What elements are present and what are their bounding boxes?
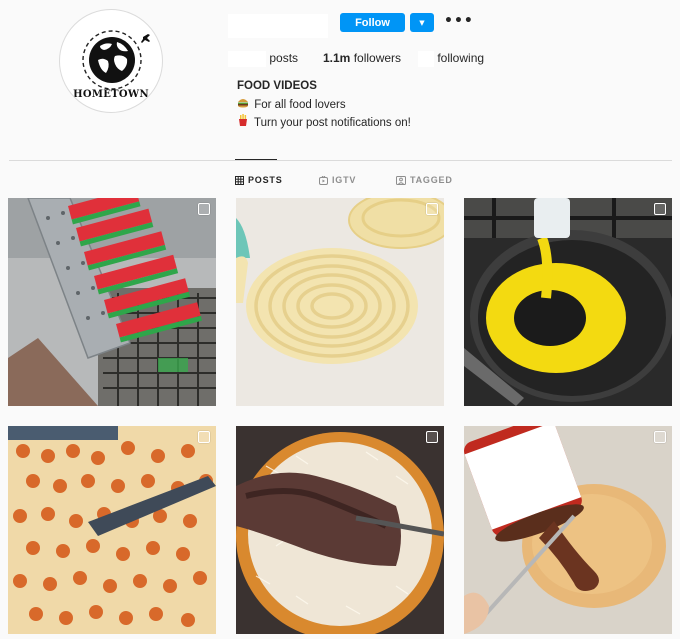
igtv-icon: [319, 175, 328, 185]
avatar-brand-text: HOMETOWN: [73, 89, 149, 100]
grid-icon: [235, 175, 244, 185]
bio-line-2: Turn your post notifications on!: [237, 114, 411, 129]
posts-label: posts: [269, 51, 299, 66]
tab-tagged[interactable]: TAGGED: [396, 175, 453, 185]
post-thumbnail[interactable]: [236, 198, 444, 406]
posts-stat: posts: [228, 51, 298, 67]
followers-count: 1.1m: [323, 51, 351, 65]
fries-icon: [237, 114, 251, 129]
following-stat[interactable]: following: [418, 51, 484, 67]
multiple-posts-icon: [654, 203, 666, 215]
suggested-dropdown-button[interactable]: ▼: [410, 13, 434, 32]
multiple-posts-icon: [198, 203, 210, 215]
watermelon-popsicles-image: [8, 198, 216, 406]
dough-spiral-image: [236, 198, 444, 406]
multiple-posts-icon: [426, 431, 438, 443]
tab-igtv[interactable]: IGTV: [319, 175, 356, 185]
bio-name: FOOD VIDEOS: [237, 80, 317, 92]
following-count-placeholder: [418, 51, 434, 67]
followers-stat[interactable]: 1.1m followers: [323, 51, 401, 65]
pepperoni-pizza-image: [8, 426, 216, 634]
cheesy-tortilla-image: [236, 426, 444, 634]
tab-posts-label: POSTS: [248, 175, 283, 185]
multiple-posts-icon: [426, 203, 438, 215]
post-thumbnail[interactable]: [8, 198, 216, 406]
followers-label: followers: [353, 51, 402, 65]
multiple-posts-icon: [198, 431, 210, 443]
profile-avatar[interactable]: HOMETOWN: [59, 9, 163, 113]
following-label: following: [437, 51, 485, 66]
post-thumbnail[interactable]: [8, 426, 216, 634]
bio-line-1: For all food lovers: [237, 97, 346, 111]
bio-text-2: Turn your post notifications on!: [254, 117, 411, 129]
follow-button[interactable]: Follow: [340, 13, 405, 32]
chevron-down-icon: ▼: [419, 18, 425, 27]
burger-icon: [237, 97, 251, 111]
more-icon: •••: [444, 13, 474, 29]
bio-text-1: For all food lovers: [254, 99, 346, 111]
tabs-divider: [9, 160, 672, 161]
multiple-posts-icon: [654, 431, 666, 443]
nutella-crepe-image: [464, 426, 672, 634]
post-thumbnail[interactable]: [464, 426, 672, 634]
tagged-icon: [396, 175, 406, 185]
active-tab-indicator: [235, 159, 277, 160]
post-thumbnail[interactable]: [236, 426, 444, 634]
egg-in-pan-image: [464, 198, 672, 406]
tab-posts[interactable]: POSTS: [235, 175, 283, 185]
tab-igtv-label: IGTV: [332, 175, 357, 185]
posts-count-placeholder: [228, 51, 266, 67]
tab-tagged-label: TAGGED: [410, 175, 453, 185]
post-thumbnail[interactable]: [464, 198, 672, 406]
username-placeholder: [228, 14, 328, 38]
more-options-button[interactable]: •••: [444, 11, 473, 31]
